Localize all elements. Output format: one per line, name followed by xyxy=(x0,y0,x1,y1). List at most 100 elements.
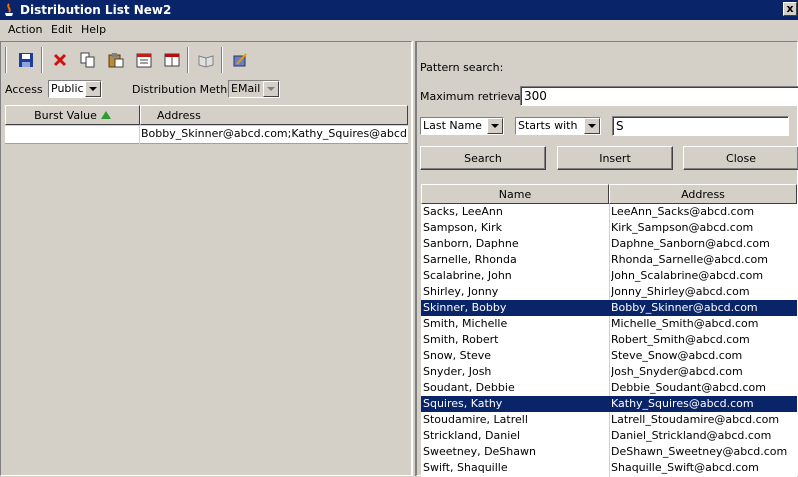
window-title: Distribution List New2 xyxy=(20,3,172,17)
address-cell[interactable]: Shaquille_Swift@abcd.com xyxy=(611,461,797,474)
window-close-button[interactable]: x xyxy=(783,2,797,16)
name-cell[interactable]: Sampson, Kirk xyxy=(423,221,607,234)
table-row[interactable]: Snyder, Josh Josh_Snyder@abcd.com xyxy=(421,364,797,380)
table-row[interactable]: Sampson, Kirk Kirk_Sampson@abcd.com xyxy=(421,220,797,236)
address-cell[interactable]: Kirk_Sampson@abcd.com xyxy=(611,221,797,234)
table-row[interactable]: Scalabrine, John John_Scalabrine@abcd.com xyxy=(421,268,797,284)
app-icon xyxy=(5,3,13,16)
table-row[interactable]: Smith, Robert Robert_Smith@abcd.com xyxy=(421,332,797,348)
open-book-icon xyxy=(198,55,214,68)
insert-button[interactable]: Insert xyxy=(557,146,673,170)
distribution-method-label: Distribution Method xyxy=(132,83,241,96)
name-cell[interactable]: Soudant, Debbie xyxy=(423,381,607,394)
calendar-button[interactable] xyxy=(133,49,155,71)
address-column-header[interactable]: Address xyxy=(140,105,408,125)
distribution-method-select: EMail xyxy=(228,80,280,98)
edit-notebook-icon xyxy=(233,53,247,67)
address-cell[interactable]: Bobby_Skinner@abcd.com;Kathy_Squires@abc… xyxy=(141,127,407,140)
address-cell[interactable]: Michelle_Smith@abcd.com xyxy=(611,317,797,330)
address-cell[interactable]: John_Scalabrine@abcd.com xyxy=(611,269,797,282)
edit-notebook-button[interactable] xyxy=(229,49,251,71)
chevron-down-icon[interactable] xyxy=(584,118,600,134)
search-operator-select[interactable]: Starts with xyxy=(515,117,601,135)
table-row[interactable]: Smith, Michelle Michelle_Smith@abcd.com xyxy=(421,316,797,332)
table-row[interactable]: Sweetney, DeShawn DeShawn_Sweetney@abcd.c… xyxy=(421,444,797,460)
access-value: Public xyxy=(51,82,84,95)
name-cell[interactable]: Skinner, Bobby xyxy=(423,301,607,314)
chevron-down-icon[interactable] xyxy=(487,118,503,134)
chevron-down-icon xyxy=(263,81,279,97)
menu-help[interactable]: Help xyxy=(81,23,106,36)
distribution-method-value: EMail xyxy=(231,82,261,95)
name-cell[interactable]: Strickland, Daniel xyxy=(423,429,607,442)
access-label: Access xyxy=(5,83,43,96)
table-row[interactable]: Bobby_Skinner@abcd.com;Kathy_Squires@abc… xyxy=(5,126,408,144)
delete-button[interactable] xyxy=(49,49,71,71)
menu-edit[interactable]: Edit xyxy=(51,23,72,36)
pattern-search-label: Pattern search: xyxy=(420,61,504,74)
name-cell[interactable]: Swift, Shaquille xyxy=(423,461,607,474)
name-cell[interactable]: Sacks, LeeAnn xyxy=(423,205,607,218)
table-row[interactable]: Sacks, LeeAnn LeeAnn_Sacks@abcd.com xyxy=(421,204,797,220)
name-cell[interactable]: Snyder, Josh xyxy=(423,365,607,378)
name-cell[interactable]: Smith, Robert xyxy=(423,333,607,346)
table-row[interactable]: Snow, Steve Steve_Snow@abcd.com xyxy=(421,348,797,364)
paste-icon xyxy=(108,53,124,68)
chevron-down-icon[interactable] xyxy=(85,81,101,97)
table-row[interactable]: Soudant, Debbie Debbie_Soudant@abcd.com xyxy=(421,380,797,396)
table-row[interactable]: Sanborn, Daphne Daphne_Sanborn@abcd.com xyxy=(421,236,797,252)
address-cell[interactable]: Daniel_Strickland@abcd.com xyxy=(611,429,797,442)
max-retrieval-label: Maximum retrieval: xyxy=(420,90,528,103)
address-cell[interactable]: Daphne_Sanborn@abcd.com xyxy=(611,237,797,250)
search-button[interactable]: Search xyxy=(420,146,546,170)
address-cell[interactable]: Latrell_Stoudamire@abcd.com xyxy=(611,413,797,426)
search-text-input[interactable]: S xyxy=(612,116,789,136)
table-row[interactable]: Shirley, Jonny Jonny_Shirley@abcd.com xyxy=(421,284,797,300)
table-row[interactable]: Squires, Kathy Kathy_Squires@abcd.com xyxy=(421,396,797,412)
address-book-button[interactable] xyxy=(161,49,183,71)
search-field-select[interactable]: Last Name xyxy=(420,117,504,135)
name-cell[interactable]: Smith, Michelle xyxy=(423,317,607,330)
address-cell[interactable]: DeShawn_Sweetney@abcd.com xyxy=(611,445,797,458)
name-cell[interactable]: Sarnelle, Rhonda xyxy=(423,253,607,266)
menu-action[interactable]: Action xyxy=(8,23,42,36)
table-row[interactable]: Sarnelle, Rhonda Rhonda_Sarnelle@abcd.com xyxy=(421,252,797,268)
address-cell[interactable]: Josh_Snyder@abcd.com xyxy=(611,365,797,378)
right-pane: Pattern search: Maximum retrieval: 300 L… xyxy=(416,41,798,477)
address-cell[interactable]: Bobby_Skinner@abcd.com xyxy=(611,301,797,314)
address-cell[interactable]: Debbie_Soudant@abcd.com xyxy=(611,381,797,394)
results-list[interactable]: Sacks, LeeAnn LeeAnn_Sacks@abcd.com Sampso… xyxy=(421,204,797,477)
copy-icon xyxy=(80,52,95,68)
table-row[interactable]: Strickland, Daniel Daniel_Strickland@abcd… xyxy=(421,428,797,444)
name-column-header[interactable]: Name xyxy=(421,184,609,204)
close-button[interactable]: Close xyxy=(683,146,798,170)
name-cell[interactable]: Stoudamire, Latrell xyxy=(423,413,607,426)
table-row[interactable]: Stoudamire, Latrell Latrell_Stoudamire@ab… xyxy=(421,412,797,428)
address-cell[interactable]: Rhonda_Sarnelle@abcd.com xyxy=(611,253,797,266)
save-icon xyxy=(19,53,33,67)
address-cell[interactable]: Steve_Snow@abcd.com xyxy=(611,349,797,362)
name-cell[interactable]: Sanborn, Daphne xyxy=(423,237,607,250)
table-row[interactable]: Swift, Shaquille Shaquille_Swift@abcd.com xyxy=(421,460,797,476)
delete-icon xyxy=(53,53,67,67)
address-cell[interactable]: LeeAnn_Sacks@abcd.com xyxy=(611,205,797,218)
left-pane: Access Public Distribution Method EMail … xyxy=(0,41,412,476)
name-cell[interactable]: Snow, Steve xyxy=(423,349,607,362)
name-cell[interactable]: Scalabrine, John xyxy=(423,269,607,282)
name-cell[interactable]: Squires, Kathy xyxy=(423,397,607,410)
open-book-button[interactable] xyxy=(195,49,217,71)
access-select[interactable]: Public xyxy=(48,80,102,98)
address-cell[interactable]: Robert_Smith@abcd.com xyxy=(611,333,797,346)
burst-value-column-header[interactable]: Burst Value xyxy=(5,105,140,125)
paste-button[interactable] xyxy=(105,49,127,71)
max-retrieval-input[interactable]: 300 xyxy=(520,86,798,106)
copy-button[interactable] xyxy=(77,49,99,71)
result-address-column-header[interactable]: Address xyxy=(609,184,797,204)
address-cell[interactable]: Kathy_Squires@abcd.com xyxy=(611,397,797,410)
table-row[interactable]: Skinner, Bobby Bobby_Skinner@abcd.com xyxy=(421,300,797,316)
toolbar-separator xyxy=(41,47,43,73)
address-cell[interactable]: Jonny_Shirley@abcd.com xyxy=(611,285,797,298)
name-cell[interactable]: Shirley, Jonny xyxy=(423,285,607,298)
name-cell[interactable]: Sweetney, DeShawn xyxy=(423,445,607,458)
save-button[interactable] xyxy=(15,49,37,71)
